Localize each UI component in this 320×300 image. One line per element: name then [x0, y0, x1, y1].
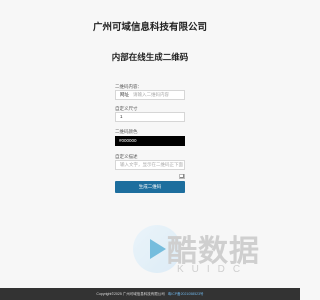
content-placeholder: 请输入二维码内容 [133, 92, 169, 97]
color-label: 二维码颜色 [115, 129, 138, 134]
kuidc-watermark: 酷数据 KUIDC [133, 222, 293, 282]
color-input[interactable]: #000000 [115, 136, 185, 146]
page-title: 内部在线生成二维码 [111, 52, 189, 62]
generate-button[interactable]: 生成二维码 [115, 181, 185, 193]
footer-copyright: Copyright©2025 广州可域信息科技有限公司 [96, 292, 165, 296]
company-title: 广州可域信息科技有限公司 [92, 22, 207, 33]
footer: Copyright©2025 广州可域信息科技有限公司 粤ICP备20210585… [0, 288, 300, 300]
text-placeholder: 输入文字，显示在二维码正下面 [120, 162, 183, 167]
icp-link[interactable]: 粤ICP备2021058523号 [168, 292, 204, 296]
content-input[interactable]: 网址 请输入二维码内容 [115, 90, 185, 100]
text-input[interactable]: 输入文字，显示在二维码正下面 [115, 160, 185, 170]
content-prefix-select[interactable]: 网址 [120, 92, 129, 97]
resize-handle-icon[interactable] [179, 174, 185, 179]
size-input[interactable]: 1 [115, 112, 185, 122]
watermark-brand-sub: KUIDC [177, 264, 249, 275]
